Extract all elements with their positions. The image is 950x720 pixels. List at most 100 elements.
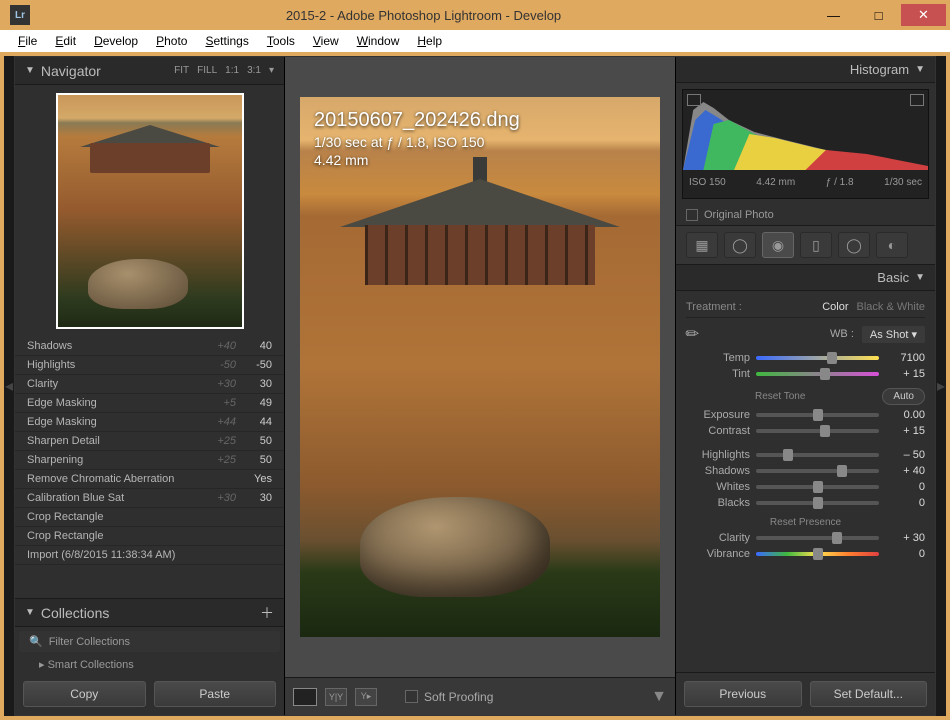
- paste-button[interactable]: Paste: [154, 681, 277, 707]
- app-window: Lr 2015-2 - Adobe Photoshop Lightroom - …: [0, 0, 950, 720]
- slider-temp[interactable]: Temp7100: [686, 350, 925, 366]
- history-list: Shadows+4040Highlights-50-50Clarity+3030…: [15, 337, 284, 598]
- loupe-view-icon[interactable]: [293, 688, 317, 706]
- main-image[interactable]: 20150607_202426.dng 1/30 sec at ƒ / 1.8,…: [300, 97, 660, 637]
- soft-proofing-toggle[interactable]: Soft Proofing: [405, 690, 493, 704]
- slider-exposure[interactable]: Exposure0.00: [686, 407, 925, 423]
- history-row[interactable]: Calibration Blue Sat+3030: [15, 489, 284, 508]
- history-row[interactable]: Shadows+4040: [15, 337, 284, 356]
- presence-section-label[interactable]: Reset Presence: [686, 517, 925, 528]
- slider-blacks[interactable]: Blacks0: [686, 495, 925, 511]
- toolbar-dropdown-icon[interactable]: ▼: [651, 688, 667, 706]
- slider-contrast[interactable]: Contrast+ 15: [686, 423, 925, 439]
- menubar: File Edit Develop Photo Settings Tools V…: [0, 30, 950, 52]
- menu-window[interactable]: Window: [349, 32, 408, 50]
- nav-mode-dropdown-icon[interactable]: ▾: [269, 65, 274, 76]
- previous-button[interactable]: Previous: [684, 681, 802, 707]
- nav-mode-1to1[interactable]: 1:1: [225, 65, 239, 76]
- history-row[interactable]: Highlights-50-50: [15, 356, 284, 375]
- slider-vibrance[interactable]: Vibrance0: [686, 546, 925, 562]
- disclosure-icon: ▼: [915, 272, 925, 283]
- shadow-clip-icon[interactable]: [687, 94, 701, 106]
- menu-view[interactable]: View: [305, 32, 347, 50]
- history-row[interactable]: Sharpen Detail+2550: [15, 432, 284, 451]
- tone-section-label[interactable]: Reset Tone: [686, 391, 874, 402]
- navigator-preview[interactable]: [56, 93, 244, 329]
- copy-button[interactable]: Copy: [23, 681, 146, 707]
- history-row[interactable]: Import (6/8/2015 11:38:34 AM): [15, 546, 284, 565]
- content-area: ◂ ▼ Navigator FIT FILL 1:1 3:1 ▾ Shadows…: [4, 56, 946, 716]
- checkbox-icon: [686, 209, 698, 221]
- history-row[interactable]: Sharpening+2550: [15, 451, 284, 470]
- history-row[interactable]: Clarity+3030: [15, 375, 284, 394]
- left-panel: ▼ Navigator FIT FILL 1:1 3:1 ▾ Shadows+4…: [15, 57, 285, 715]
- collections-filter[interactable]: 🔍 Filter Collections: [19, 631, 280, 652]
- gradient-tool-icon[interactable]: ▯: [800, 232, 832, 258]
- collections-title: Collections: [41, 605, 109, 621]
- menu-tools[interactable]: Tools: [259, 32, 303, 50]
- add-collection-icon[interactable]: ＋: [260, 603, 274, 623]
- maximize-button[interactable]: □: [856, 4, 901, 26]
- treatment-label: Treatment :: [686, 301, 742, 313]
- crop-tool-icon[interactable]: ▦: [686, 232, 718, 258]
- before-after-icon[interactable]: Y|Y: [325, 688, 347, 706]
- navigator-header[interactable]: ▼ Navigator FIT FILL 1:1 3:1 ▾: [15, 57, 284, 85]
- disclosure-icon: ▼: [25, 607, 35, 618]
- center-panel: 20150607_202426.dng 1/30 sec at ƒ / 1.8,…: [285, 57, 675, 715]
- spot-tool-icon[interactable]: ◯: [724, 232, 756, 258]
- slider-tint[interactable]: Tint+ 15: [686, 366, 925, 382]
- nav-mode-3to1[interactable]: 3:1: [247, 65, 261, 76]
- histo-focal: 4.42 mm: [756, 177, 795, 188]
- history-row[interactable]: Edge Masking+4444: [15, 413, 284, 432]
- histo-iso: ISO 150: [689, 177, 726, 188]
- left-edge-grip[interactable]: ◂: [4, 56, 14, 716]
- nav-mode-fit[interactable]: FIT: [174, 65, 189, 76]
- wb-dropdown[interactable]: As Shot ▾: [862, 326, 925, 343]
- history-row[interactable]: Crop Rectangle: [15, 527, 284, 546]
- reset-button[interactable]: Set Default...: [810, 681, 928, 707]
- treatment-color[interactable]: Color: [822, 301, 848, 313]
- original-photo-toggle[interactable]: Original Photo: [676, 205, 935, 225]
- collections-header[interactable]: ▼ Collections ＋: [15, 599, 284, 627]
- menu-photo[interactable]: Photo: [148, 32, 195, 50]
- slider-whites[interactable]: Whites0: [686, 479, 925, 495]
- auto-tone-button[interactable]: Auto: [882, 388, 925, 405]
- basic-panel: Treatment : Color Black & White ✎ WB : A…: [676, 291, 935, 672]
- menu-develop[interactable]: Develop: [86, 32, 146, 50]
- slider-highlights[interactable]: Highlights– 50: [686, 447, 925, 463]
- image-info-overlay: 20150607_202426.dng 1/30 sec at ƒ / 1.8,…: [314, 109, 520, 168]
- menu-file[interactable]: File: [10, 32, 45, 50]
- histo-aperture: ƒ / 1.8: [826, 177, 854, 188]
- before-after-split-icon[interactable]: Y▸: [355, 688, 377, 706]
- basic-header[interactable]: Basic ▼: [676, 265, 935, 291]
- disclosure-icon: ▼: [25, 65, 35, 76]
- minimize-button[interactable]: —: [811, 4, 856, 26]
- histogram[interactable]: ISO 150 4.42 mm ƒ / 1.8 1/30 sec: [682, 89, 929, 199]
- filter-placeholder: Filter Collections: [49, 636, 130, 648]
- right-panel: Histogram ▼ ISO 150 4.42 mm ƒ / 1.8 1/: [675, 57, 935, 715]
- redeye-tool-icon[interactable]: ◉: [762, 232, 794, 258]
- histogram-header[interactable]: Histogram ▼: [676, 57, 935, 83]
- slider-clarity[interactable]: Clarity+ 30: [686, 530, 925, 546]
- disclosure-icon: ▼: [915, 64, 925, 75]
- wb-dropper-icon[interactable]: ✎: [681, 322, 705, 346]
- menu-help[interactable]: Help: [409, 32, 450, 50]
- window-title: 2015-2 - Adobe Photoshop Lightroom - Dev…: [36, 8, 811, 23]
- history-row[interactable]: Crop Rectangle: [15, 508, 284, 527]
- menu-edit[interactable]: Edit: [47, 32, 84, 50]
- brush-tool-icon[interactable]: ◐: [876, 232, 908, 258]
- history-row[interactable]: Remove Chromatic AberrationYes: [15, 470, 284, 489]
- smart-collections-row[interactable]: ▸ Smart Collections: [15, 656, 284, 673]
- titlebar: Lr 2015-2 - Adobe Photoshop Lightroom - …: [0, 0, 950, 30]
- history-row[interactable]: Edge Masking+549: [15, 394, 284, 413]
- right-edge-grip[interactable]: ▸: [936, 56, 946, 716]
- overlay-focal: 4.42 mm: [314, 152, 520, 168]
- treatment-bw[interactable]: Black & White: [857, 301, 925, 313]
- histo-shutter: 1/30 sec: [884, 177, 922, 188]
- highlight-clip-icon[interactable]: [910, 94, 924, 106]
- close-button[interactable]: ✕: [901, 4, 946, 26]
- menu-settings[interactable]: Settings: [197, 32, 256, 50]
- nav-mode-fill[interactable]: FILL: [197, 65, 217, 76]
- slider-shadows[interactable]: Shadows+ 40: [686, 463, 925, 479]
- radial-tool-icon[interactable]: ◯: [838, 232, 870, 258]
